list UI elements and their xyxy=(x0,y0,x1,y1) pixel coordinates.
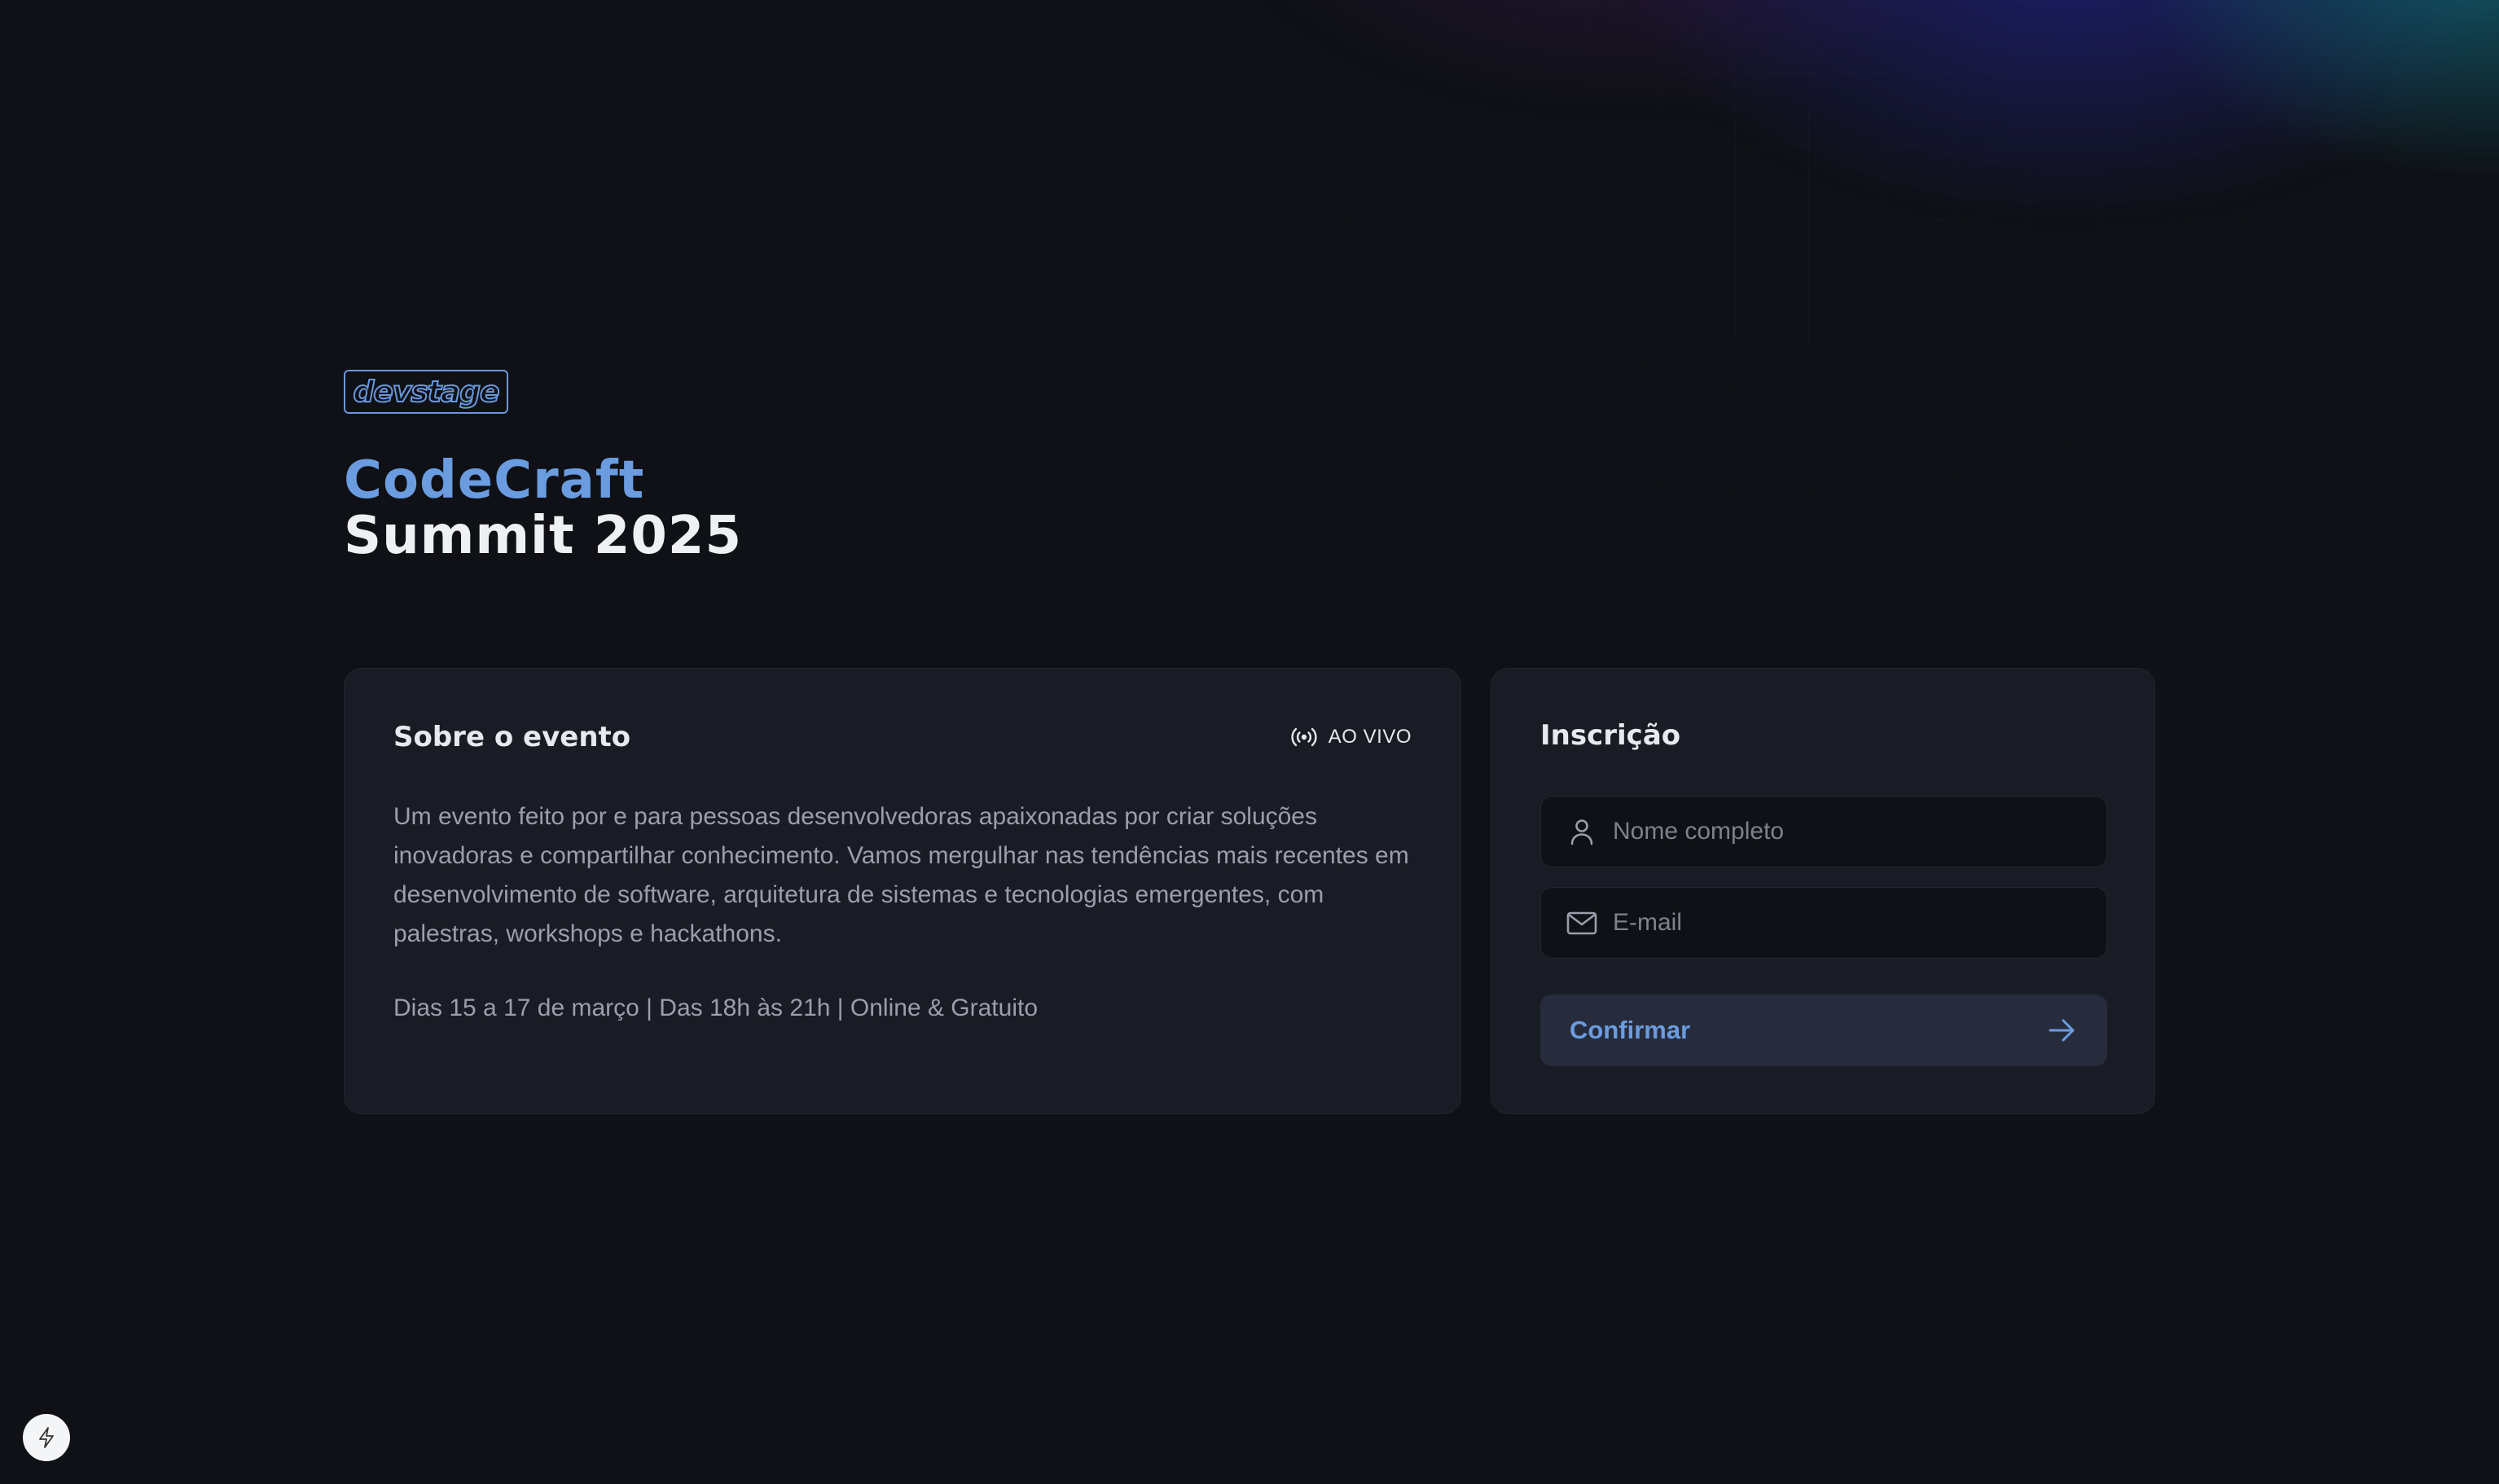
name-field[interactable] xyxy=(1540,796,2107,867)
event-description: Um evento feito por e para pessoas desen… xyxy=(393,803,1409,947)
signup-title: Inscrição xyxy=(1540,719,1681,752)
event-title-line1: CodeCraft xyxy=(344,450,645,511)
mail-icon xyxy=(1566,911,1597,935)
devstage-logo: devstage xyxy=(344,370,508,414)
confirm-button[interactable]: Confirmar xyxy=(1540,994,2107,1066)
name-input[interactable] xyxy=(1613,818,2069,845)
event-schedule: Dias 15 a 17 de março | Das 18h às 21h |… xyxy=(393,994,1039,1021)
lightning-bolt-icon xyxy=(39,1427,54,1448)
about-title: Sobre o evento xyxy=(393,721,631,753)
confirm-label: Confirmar xyxy=(1570,1016,1691,1044)
user-icon xyxy=(1570,819,1593,845)
email-field[interactable] xyxy=(1540,887,2107,959)
floating-action-button[interactable] xyxy=(23,1414,70,1461)
about-card: Sobre o evento AO VIVO Um evento feito p… xyxy=(344,668,1461,1114)
background-glow xyxy=(1212,0,2499,326)
page: devstage CodeCraft Summit 2025 Sobre o e… xyxy=(0,0,2499,1484)
background-grid xyxy=(1222,0,2499,652)
broadcast-icon xyxy=(1291,727,1317,747)
signup-card: Inscrição Confirmar xyxy=(1491,668,2155,1114)
arrow-right-icon xyxy=(2049,1019,2075,1042)
live-badge: AO VIVO xyxy=(1289,726,1412,749)
email-input[interactable] xyxy=(1613,909,2069,937)
event-title: CodeCraft Summit 2025 xyxy=(344,453,742,564)
live-label: AO VIVO xyxy=(1328,726,1412,748)
event-title-line2: Summit 2025 xyxy=(344,506,742,566)
